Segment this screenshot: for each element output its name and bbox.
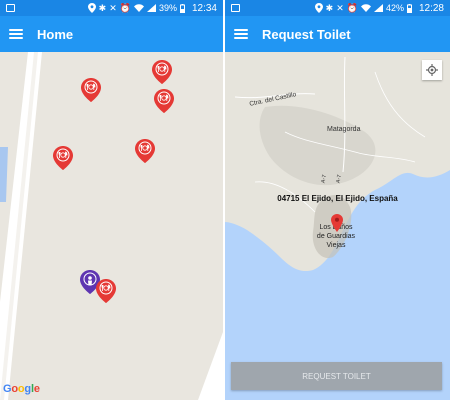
town-label-line: Viejas bbox=[326, 242, 346, 249]
map-roads bbox=[0, 52, 223, 400]
restaurant-marker[interactable] bbox=[135, 139, 155, 163]
google-logo: Google bbox=[3, 383, 40, 395]
app-bar: Request Toilet bbox=[225, 16, 450, 52]
gallery-notification-icon bbox=[6, 4, 15, 12]
page-title: Home bbox=[37, 26, 74, 42]
gallery-notification-icon bbox=[231, 4, 240, 12]
signal-icon bbox=[146, 4, 156, 12]
battery-percent: 42% bbox=[385, 3, 404, 13]
location-icon bbox=[87, 3, 96, 13]
battery-percent: 39% bbox=[158, 3, 177, 13]
crosshair-icon bbox=[426, 64, 438, 76]
battery-icon bbox=[406, 3, 412, 13]
clock-time: 12:34 bbox=[191, 2, 217, 14]
request-toilet-button[interactable]: REQUEST TOILET bbox=[231, 362, 442, 390]
address-label: 04715 El Ejido, El Ejido, España bbox=[277, 194, 398, 203]
clock-time: 12:28 bbox=[418, 2, 444, 14]
menu-icon[interactable] bbox=[9, 29, 23, 39]
status-bar: ✱ ✕ ⏰ 39% 12:34 bbox=[0, 0, 223, 16]
bluetooth-icon: ✱ bbox=[98, 2, 107, 13]
home-screen: ✱ ✕ ⏰ 39% 12:34 Home Google bbox=[0, 0, 223, 400]
app-bar: Home bbox=[0, 16, 223, 52]
location-icon bbox=[314, 3, 323, 13]
request-toilet-screen: ✱ ✕ ⏰ 42% 12:28 Request Toilet Ctra. del… bbox=[225, 0, 450, 400]
place-label: Matagorda bbox=[327, 126, 361, 133]
mute-icon: ✕ bbox=[336, 2, 344, 13]
restaurant-marker[interactable] bbox=[53, 146, 73, 170]
menu-icon[interactable] bbox=[234, 29, 248, 39]
map-view[interactable]: Ctra. del Castillo Matagorda A-7 A-7 047… bbox=[225, 52, 450, 400]
alarm-icon: ⏰ bbox=[119, 2, 131, 13]
bluetooth-icon: ✱ bbox=[325, 2, 334, 13]
mute-icon: ✕ bbox=[109, 2, 117, 13]
restaurant-marker[interactable] bbox=[152, 60, 172, 84]
battery-icon bbox=[179, 3, 185, 13]
wifi-icon bbox=[360, 4, 371, 12]
restaurant-marker[interactable] bbox=[154, 89, 174, 113]
signal-icon bbox=[373, 4, 383, 12]
wifi-icon bbox=[133, 4, 144, 12]
status-bar: ✱ ✕ ⏰ 42% 12:28 bbox=[225, 0, 450, 16]
restaurant-marker[interactable] bbox=[81, 78, 101, 102]
map-view[interactable]: Google bbox=[0, 52, 223, 400]
alarm-icon: ⏰ bbox=[346, 2, 358, 13]
location-pin-icon[interactable] bbox=[331, 214, 343, 232]
my-location-button[interactable] bbox=[422, 60, 442, 80]
page-title: Request Toilet bbox=[262, 26, 351, 42]
town-label-line: de Guardias bbox=[316, 233, 356, 240]
restaurant-marker[interactable] bbox=[96, 279, 116, 303]
